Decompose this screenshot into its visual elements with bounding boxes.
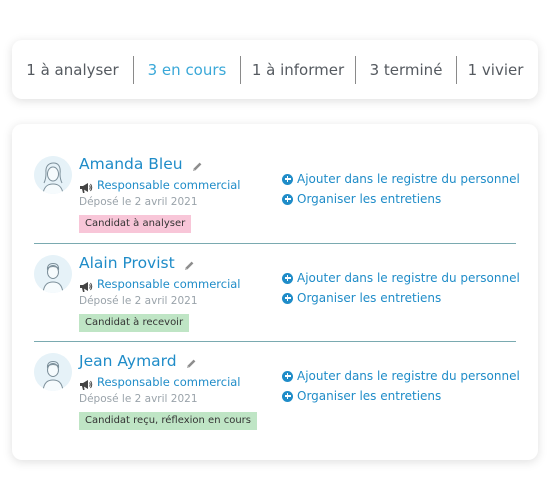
candidate-date: Déposé le 2 avril 2021 (79, 196, 198, 208)
candidate-role: Responsable commercial (97, 375, 241, 389)
tab-a-analyser[interactable]: 1 à analyser (12, 56, 133, 84)
tab-termine[interactable]: 3 terminé (356, 56, 456, 84)
status-badge: Candidat reçu, réflexion en cours (79, 412, 257, 430)
megaphone-icon (79, 179, 93, 193)
plus-circle-icon (282, 193, 293, 205)
organize-interviews-link[interactable]: Organiser les entretiens (282, 288, 520, 308)
tab-a-informer[interactable]: 1 à informer (241, 56, 355, 84)
megaphone-icon (79, 376, 93, 390)
candidate-item: Amanda Bleu Responsable commercial Dépos… (34, 152, 520, 250)
divider (34, 243, 516, 244)
add-to-register-link[interactable]: Ajouter dans le registre du personnel (282, 169, 520, 189)
plus-circle-icon (282, 390, 293, 402)
avatar-icon[interactable] (34, 353, 72, 391)
pencil-icon[interactable] (185, 355, 197, 368)
tab-vivier[interactable]: 1 vivier (457, 56, 534, 84)
tab-en-cours[interactable]: 3 en cours (134, 56, 240, 84)
pencil-icon[interactable] (191, 158, 203, 171)
candidate-name[interactable]: Alain Provist (79, 254, 175, 272)
candidate-item: Alain Provist Responsable commercial Dép… (34, 251, 520, 349)
plus-circle-icon (282, 292, 293, 304)
plus-circle-icon (282, 173, 293, 185)
plus-circle-icon (282, 370, 293, 382)
candidate-item: Jean Aymard Responsable commercial Dépos… (34, 349, 520, 447)
candidate-name[interactable]: Amanda Bleu (79, 155, 183, 173)
candidate-list: Amanda Bleu Responsable commercial Dépos… (12, 124, 538, 460)
organize-interviews-link[interactable]: Organiser les entretiens (282, 386, 520, 406)
add-to-register-link[interactable]: Ajouter dans le registre du personnel (282, 268, 520, 288)
pencil-icon[interactable] (183, 257, 195, 270)
candidate-role: Responsable commercial (97, 277, 241, 291)
candidate-date: Déposé le 2 avril 2021 (79, 393, 198, 405)
avatar-icon[interactable] (34, 255, 72, 293)
plus-circle-icon (282, 272, 293, 284)
divider (34, 341, 516, 342)
candidate-date: Déposé le 2 avril 2021 (79, 295, 198, 307)
avatar-icon[interactable] (34, 156, 72, 194)
status-badge: Candidat à analyser (79, 215, 192, 233)
megaphone-icon (79, 278, 93, 292)
candidate-role: Responsable commercial (97, 178, 241, 192)
organize-interviews-link[interactable]: Organiser les entretiens (282, 189, 520, 209)
status-tabs: 1 à analyser 3 en cours 1 à informer 3 t… (12, 40, 538, 99)
status-badge: Candidat à recevoir (79, 314, 190, 332)
add-to-register-link[interactable]: Ajouter dans le registre du personnel (282, 366, 520, 386)
candidate-name[interactable]: Jean Aymard (79, 352, 177, 370)
